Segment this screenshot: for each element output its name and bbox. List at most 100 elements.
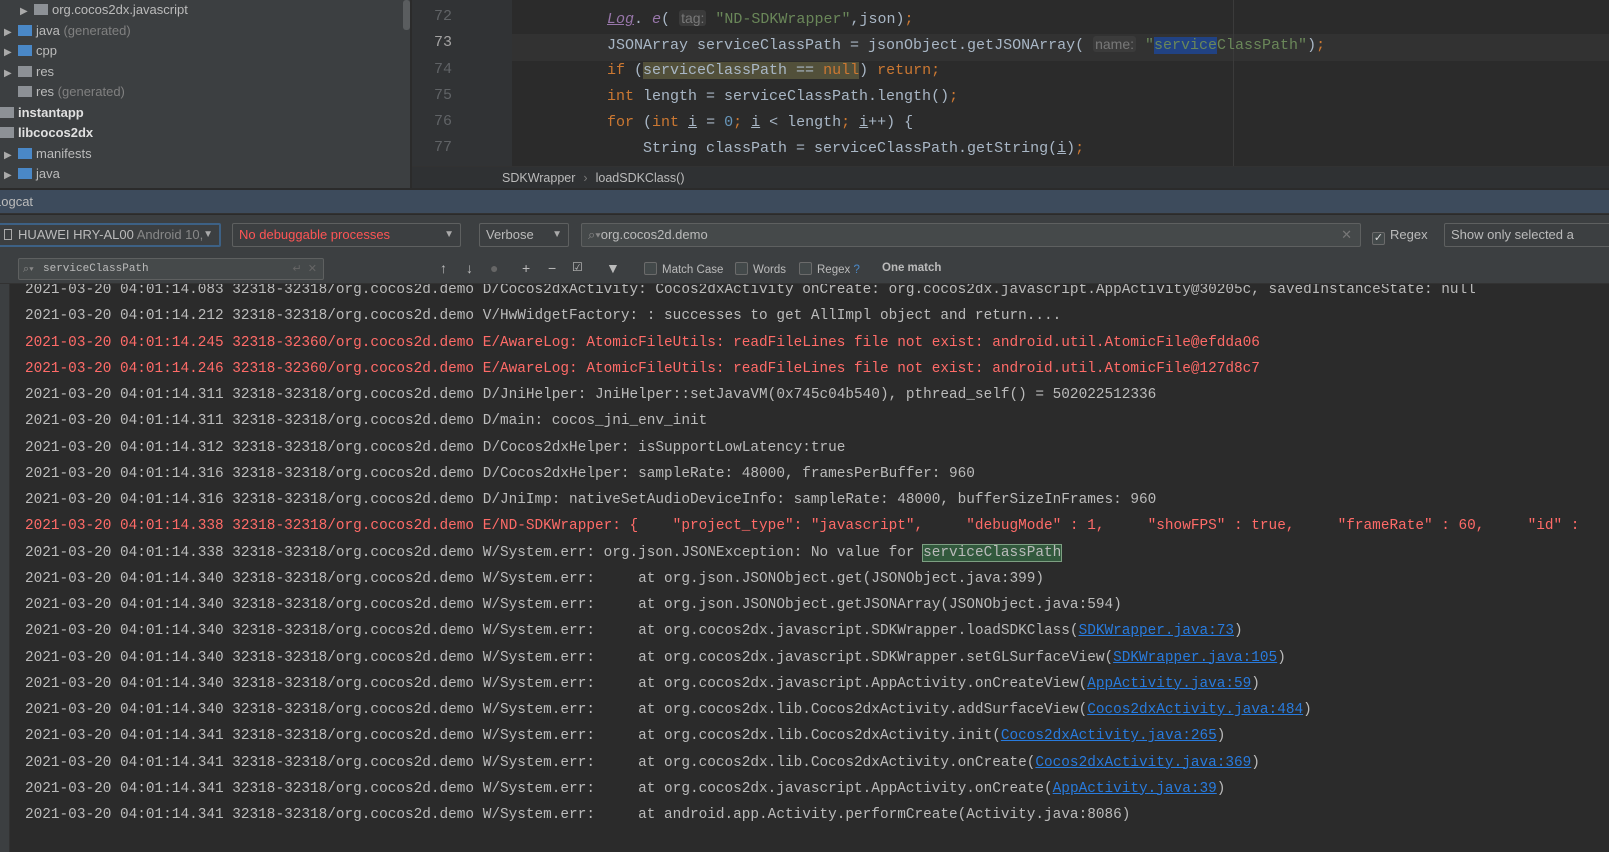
breadcrumb-method[interactable]: loadSDKClass() — [596, 171, 685, 185]
find-input[interactable]: ⌕▾ serviceClassPath ↵ ✕ — [18, 258, 324, 280]
expand-arrow-icon[interactable]: ▶ — [20, 2, 34, 22]
code-line[interactable]: if (serviceClassPath == null) return; — [607, 58, 940, 84]
log-line[interactable]: 2021-03-20 04:01:14.338 32318-32318/org.… — [25, 513, 1579, 539]
logcat-header: Logcat — [0, 190, 1609, 214]
code-token: i — [1057, 140, 1067, 158]
words-label: Words — [753, 264, 787, 276]
tree-item[interactable]: instantapp — [0, 103, 84, 123]
tree-item[interactable]: ▶ manifests — [4, 144, 92, 164]
source-link[interactable]: Cocos2dxActivity.java:265 — [1001, 728, 1217, 744]
log-text: ) — [1277, 649, 1286, 666]
log-line[interactable]: 2021-03-20 04:01:14.341 32318-32318/org.… — [25, 802, 1130, 828]
code-token: ) — [1066, 140, 1076, 158]
log-line[interactable]: 2021-03-20 04:01:14.311 32318-32318/org.… — [25, 408, 707, 434]
code-token: ++) { — [868, 114, 914, 131]
log-line[interactable]: 2021-03-20 04:01:14.341 32318-32318/org.… — [25, 723, 1225, 749]
log-line[interactable]: 2021-03-20 04:01:14.316 32318-32318/org.… — [25, 487, 1156, 513]
code-editor[interactable]: 71727374757677 JSONObject jsonObject = n… — [412, 0, 1609, 166]
clear-icon[interactable]: ✕ — [1341, 224, 1352, 246]
code-token: return; — [877, 61, 941, 79]
tree-item[interactable]: ▶ java — [4, 164, 60, 184]
source-link[interactable]: AppActivity.java:59 — [1087, 676, 1251, 692]
breadcrumb-class[interactable]: SDKWrapper — [502, 171, 575, 185]
tree-item[interactable]: ▶ cpp — [4, 41, 57, 61]
log-line[interactable]: 2021-03-20 04:01:14.083 32318-32318/org.… — [25, 284, 1476, 303]
code-token: serviceClassPath == — [643, 61, 824, 79]
words-checkbox[interactable]: Words — [735, 262, 786, 276]
code-token: ; — [841, 114, 860, 131]
log-text: 2021-03-20 04:01:14.341 32318-32318/org.… — [25, 780, 1053, 797]
source-link[interactable]: Cocos2dxActivity.java:484 — [1087, 702, 1303, 718]
find-bar: ⌕▾ serviceClassPath ↵ ✕ ↑ ↓ ● + − ☑ ▼ Matc… — [0, 254, 1609, 284]
code-line[interactable]: String classPath = serviceClassPath.getS… — [607, 136, 1084, 162]
search-regex-label: Regex — [817, 264, 851, 276]
source-link[interactable]: SDKWrapper.java:105 — [1113, 650, 1277, 666]
help-icon[interactable]: ? — [853, 264, 859, 276]
log-line[interactable]: 2021-03-20 04:01:14.340 32318-32318/org.… — [25, 645, 1286, 671]
tree-scrollbar[interactable] — [403, 0, 410, 30]
regex-checkbox[interactable]: ✓ Regex — [1372, 227, 1428, 245]
log-text: 2021-03-20 04:01:14.340 32318-32318/org.… — [25, 649, 1114, 666]
previous-occurrence-icon[interactable]: ↑ — [440, 260, 447, 276]
log-line[interactable]: 2021-03-20 04:01:14.340 32318-32318/org.… — [25, 618, 1243, 644]
log-level-dropdown[interactable]: Verbose ▼ — [479, 223, 569, 247]
expand-arrow-icon[interactable]: ▶ — [4, 43, 18, 63]
code-token: < length — [760, 114, 842, 131]
logcat-filter-input[interactable]: ⌕▾org.cocos2d.demo ✕ — [581, 223, 1361, 247]
chevron-down-icon: ▼ — [552, 229, 562, 240]
match-case-checkbox[interactable]: Match Case — [644, 262, 723, 276]
device-dropdown[interactable]: HUAWEI HRY-AL00 Android 10, ▼ — [0, 223, 221, 247]
logcat-toolbar: HUAWEI HRY-AL00 Android 10, ▼ No debuggab… — [0, 215, 1609, 254]
log-line[interactable]: 2021-03-20 04:01:14.341 32318-32318/org.… — [25, 750, 1260, 776]
regex-label: Regex — [1390, 227, 1428, 242]
log-line[interactable]: 2021-03-20 04:01:14.340 32318-32318/org.… — [25, 671, 1260, 697]
checkbox-checked-icon: ✓ — [1372, 232, 1385, 245]
source-link[interactable]: AppActivity.java:39 — [1053, 781, 1217, 797]
source-link[interactable]: SDKWrapper.java:73 — [1079, 623, 1234, 639]
tree-item-label: manifests — [36, 145, 92, 161]
tree-item[interactable]: ▶ res — [4, 62, 54, 82]
tree-item-label: libcocos2dx — [18, 125, 94, 140]
log-line[interactable]: 2021-03-20 04:01:14.312 32318-32318/org.… — [25, 435, 845, 461]
folder-icon — [18, 45, 32, 56]
log-text: 2021-03-20 04:01:14.338 32318-32318/org.… — [25, 518, 1580, 535]
tree-item[interactable]: libcocos2dx — [0, 123, 93, 143]
source-link[interactable]: Cocos2dxActivity.java:369 — [1035, 755, 1251, 771]
log-line[interactable]: 2021-03-20 04:01:14.341 32318-32318/org.… — [25, 776, 1225, 802]
code-token: i — [688, 114, 698, 131]
add-selection-icon[interactable]: + — [522, 260, 530, 276]
select-all-occurrences-icon[interactable]: ● — [490, 260, 498, 276]
process-value: No debuggable processes — [239, 227, 391, 242]
log-line[interactable]: 2021-03-20 04:01:14.340 32318-32318/org.… — [25, 592, 1122, 618]
log-line[interactable]: 2021-03-20 04:01:14.212 32318-32318/org.… — [25, 303, 1061, 329]
process-dropdown[interactable]: No debuggable processes ▼ — [232, 223, 461, 247]
select-all-icon[interactable]: ☑ — [572, 260, 583, 274]
code-line[interactable]: JSONArray serviceClassPath = jsonObject.… — [607, 31, 1325, 57]
filter-config-dropdown[interactable]: Show only selected a — [1444, 223, 1609, 247]
remove-selection-icon[interactable]: − — [548, 260, 556, 276]
log-line[interactable]: 2021-03-20 04:01:14.245 32318-32360/org.… — [25, 330, 1260, 356]
expand-arrow-icon[interactable]: ▶ — [4, 146, 18, 166]
enter-clear-icons[interactable]: ↵ ✕ — [292, 259, 317, 279]
code-line[interactable]: Log. e( tag: "ND-SDKWrapper",json); — [607, 5, 913, 31]
search-regex-checkbox[interactable]: Regex ? — [799, 262, 860, 276]
code-line[interactable]: int length = serviceClassPath.length(); — [607, 84, 958, 110]
tree-item[interactable]: res (generated) — [18, 82, 125, 102]
right-margin-guide — [1233, 0, 1234, 166]
code-line[interactable]: for (int i = 0; i < length; i++) { — [607, 110, 913, 136]
log-line[interactable]: 2021-03-20 04:01:14.246 32318-32360/org.… — [25, 356, 1260, 382]
tree-item[interactable]: ▶ org.cocos2dx.javascript — [20, 0, 188, 20]
log-line[interactable]: 2021-03-20 04:01:14.311 32318-32318/org.… — [25, 382, 1156, 408]
filter-icon[interactable]: ▼ — [606, 260, 620, 276]
logcat-output[interactable]: 2021-03-20 04:01:14.083 32318-32318/org.… — [10, 284, 1609, 852]
tree-item[interactable]: ▶ java (generated) — [4, 21, 131, 41]
expand-arrow-icon[interactable]: ▶ — [4, 166, 18, 186]
expand-arrow-icon[interactable]: ▶ — [4, 64, 18, 84]
filter-value: org.cocos2d.demo — [600, 227, 708, 242]
log-line[interactable]: 2021-03-20 04:01:14.340 32318-32318/org.… — [25, 697, 1312, 723]
expand-arrow-icon[interactable]: ▶ — [4, 23, 18, 43]
log-line[interactable]: 2021-03-20 04:01:14.316 32318-32318/org.… — [25, 461, 975, 487]
log-line[interactable]: 2021-03-20 04:01:14.340 32318-32318/org.… — [25, 566, 1044, 592]
next-occurrence-icon[interactable]: ↓ — [466, 260, 473, 276]
log-line[interactable]: 2021-03-20 04:01:14.338 32318-32318/org.… — [25, 540, 1063, 566]
